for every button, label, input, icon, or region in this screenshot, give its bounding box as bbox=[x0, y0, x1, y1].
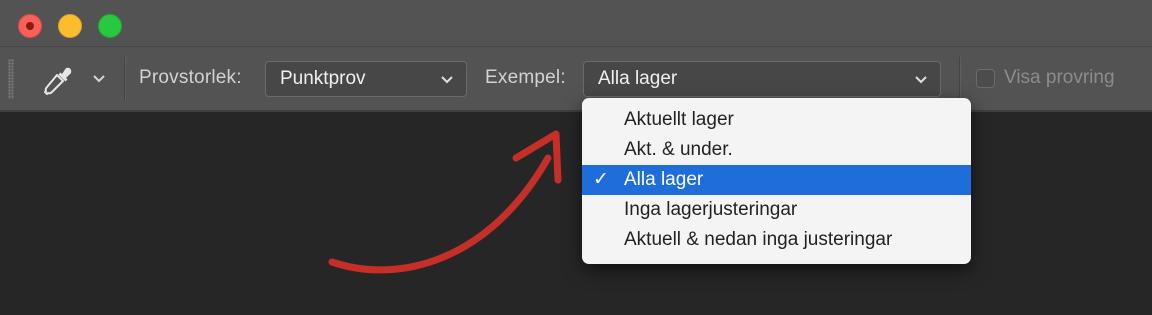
sample-size-label: Provstorlek: bbox=[139, 67, 242, 88]
sample-size-select[interactable]: Punktprov bbox=[265, 61, 467, 97]
tool-preset-chevron-icon[interactable] bbox=[92, 74, 106, 84]
chevron-down-icon bbox=[915, 76, 927, 84]
separator bbox=[124, 57, 125, 101]
show-sampling-ring-label[interactable]: Visa provring bbox=[1004, 67, 1115, 89]
menu-item-all-layers[interactable]: ✓ Alla lager bbox=[582, 165, 971, 195]
annotation-arrow-icon bbox=[328, 130, 562, 274]
minimize-window-button[interactable] bbox=[58, 14, 82, 38]
close-window-button[interactable] bbox=[18, 14, 42, 38]
title-bar bbox=[0, 0, 1152, 47]
menu-item-label: Inga lagerjusteringar bbox=[624, 199, 798, 220]
menu-item-label: Akt. & under. bbox=[624, 139, 733, 160]
menu-item-label: Alla lager bbox=[624, 169, 704, 190]
menu-item-label: Aktuellt lager bbox=[624, 109, 734, 130]
checkmark-icon: ✓ bbox=[593, 169, 609, 190]
sample-select[interactable]: Alla lager bbox=[583, 61, 941, 97]
sample-dropdown-menu: Aktuellt lager Akt. & under. ✓ Alla lage… bbox=[582, 98, 971, 264]
sample-label: Exempel: bbox=[485, 67, 566, 88]
menu-item-current-and-below[interactable]: Akt. & under. bbox=[582, 135, 971, 165]
separator bbox=[959, 57, 960, 101]
menu-item-no-adjustment-layers[interactable]: Inga lagerjusteringar bbox=[582, 195, 971, 225]
eyedropper-icon[interactable] bbox=[42, 65, 74, 95]
zoom-window-button[interactable] bbox=[98, 14, 122, 38]
menu-item-label: Aktuell & nedan inga justeringar bbox=[624, 229, 893, 250]
options-bar: Provstorlek: Punktprov Exempel: Alla lag… bbox=[0, 47, 1152, 112]
sample-value: Alla lager bbox=[598, 68, 678, 89]
options-bar-grip[interactable] bbox=[8, 59, 14, 99]
chevron-down-icon bbox=[441, 76, 453, 84]
sample-size-value: Punktprov bbox=[280, 68, 366, 89]
show-sampling-ring-checkbox[interactable] bbox=[976, 69, 995, 88]
menu-item-current-layer[interactable]: Aktuellt lager bbox=[582, 105, 971, 135]
menu-item-current-below-no-adjustments[interactable]: Aktuell & nedan inga justeringar bbox=[582, 225, 971, 255]
